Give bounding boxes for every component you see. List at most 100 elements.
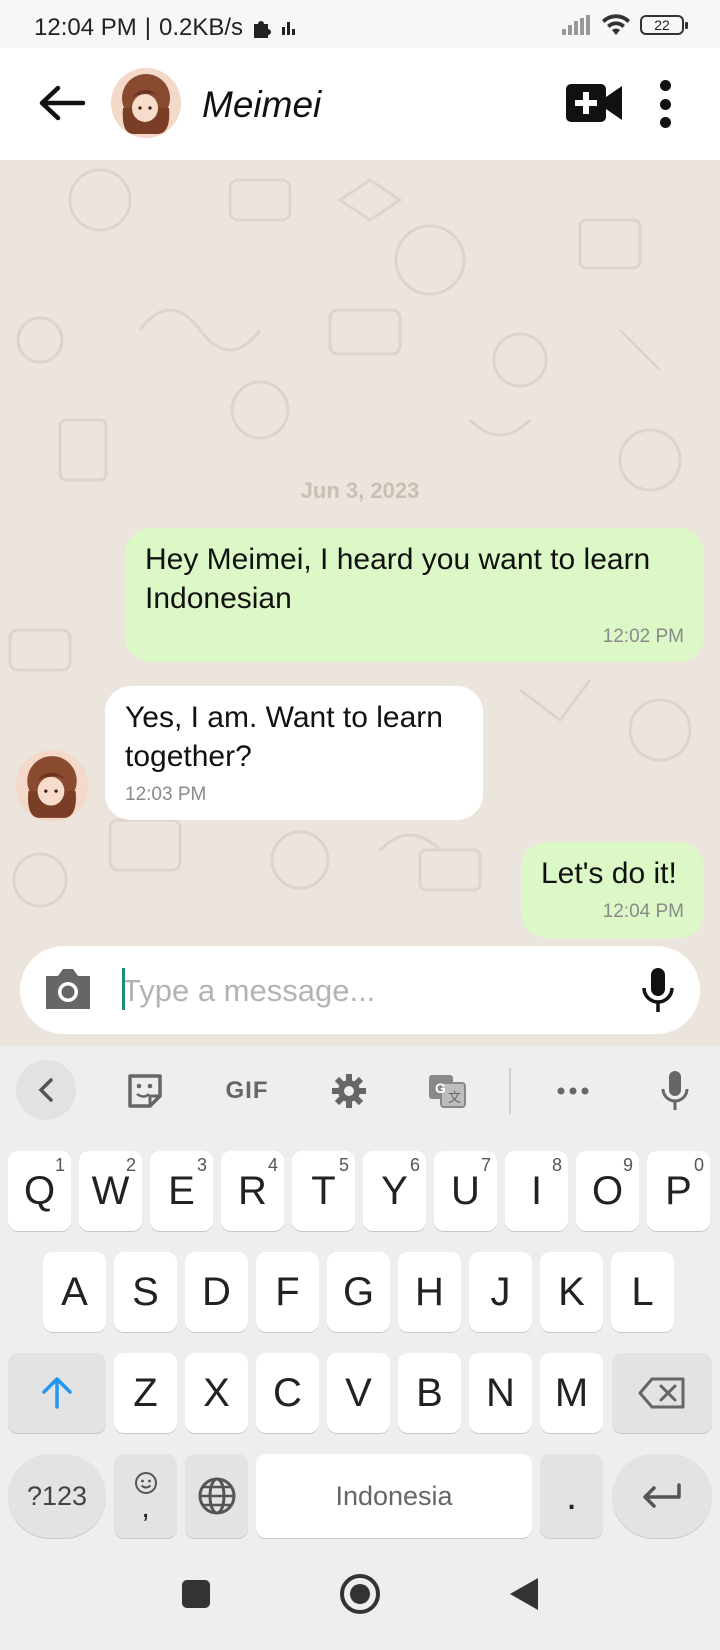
voice-input-icon (661, 1071, 689, 1110)
video-call-icon (566, 84, 622, 122)
status-separator: | (144, 14, 151, 41)
more-horiz-icon (557, 1087, 589, 1095)
toolbar-collapse-button[interactable] (16, 1060, 76, 1120)
message-time: 12:03 PM (125, 784, 207, 805)
keyboard-toolbar: GIF G文 (0, 1046, 720, 1136)
settings-icon (332, 1074, 366, 1108)
battery-icon: 22 (640, 15, 688, 35)
message-time: 12:02 PM (602, 626, 684, 647)
voice-typing-button[interactable] (652, 1068, 698, 1114)
svg-text:G: G (435, 1080, 446, 1096)
wifi-icon (602, 14, 630, 35)
shift-arrow-icon (42, 1377, 72, 1409)
key-z[interactable]: Z (114, 1353, 177, 1433)
date-separator: Jun 3, 2023 (300, 478, 420, 503)
key-m[interactable]: M (540, 1353, 603, 1433)
backspace-icon (638, 1377, 685, 1409)
key-h[interactable]: H (398, 1252, 461, 1332)
sticker-icon (128, 1074, 162, 1108)
chat-area[interactable]: Jun 3, 2023 Hey Meimei, I heard you want… (0, 160, 720, 1046)
status-time: 12:04 PM (34, 14, 137, 41)
back-nav-button[interactable] (500, 1570, 548, 1618)
translate-button[interactable]: G文 (424, 1068, 470, 1114)
key-s[interactable]: S (114, 1252, 177, 1332)
sticker-button[interactable] (122, 1068, 168, 1114)
more-vert-icon (659, 80, 671, 91)
contact-avatar[interactable] (111, 68, 181, 138)
message-text: Yes, I am. Want to learn together? (125, 701, 443, 773)
signal-icon (562, 15, 590, 35)
system-nav-bar (0, 1540, 720, 1650)
key-q[interactable]: Q1 (8, 1151, 71, 1231)
space-bar[interactable]: Indonesia (256, 1454, 532, 1538)
mic-icon (642, 968, 674, 1012)
message-input[interactable] (122, 966, 622, 1016)
language-key[interactable] (185, 1454, 248, 1538)
key-l[interactable]: L (611, 1252, 674, 1332)
key-y[interactable]: Y6 (363, 1151, 426, 1231)
key-e[interactable]: E3 (150, 1151, 213, 1231)
globe-icon (198, 1477, 235, 1515)
shift-key[interactable] (8, 1353, 106, 1433)
recents-button[interactable] (172, 1570, 220, 1618)
key-d[interactable]: D (185, 1252, 248, 1332)
chat-header: Meimei (0, 48, 720, 160)
camera-icon (46, 969, 90, 1009)
status-bar: 12:04 PM | 0.2KB/s 22 (0, 0, 720, 50)
key-v[interactable]: V (327, 1353, 390, 1433)
symbols-key[interactable]: ?123 (8, 1454, 106, 1538)
home-circle-icon (340, 1574, 380, 1614)
home-button[interactable] (336, 1570, 384, 1618)
toolbar-divider (509, 1068, 511, 1114)
more-options-button[interactable] (648, 76, 682, 132)
contact-name[interactable]: Meimei (202, 84, 321, 126)
period-key[interactable]: . (540, 1454, 603, 1538)
video-call-button[interactable] (566, 82, 624, 124)
gif-button[interactable]: GIF (222, 1068, 272, 1114)
key-b[interactable]: B (398, 1353, 461, 1433)
keyboard-settings-button[interactable] (326, 1068, 372, 1114)
emoji-comma-key[interactable]: , (114, 1454, 177, 1538)
message-bubble-outgoing[interactable]: Hey Meimei, I heard you want to learn In… (125, 528, 704, 662)
key-o[interactable]: O9 (576, 1151, 639, 1231)
message-bubble-incoming[interactable]: Yes, I am. Want to learn together? 12:03… (105, 686, 483, 820)
key-g[interactable]: G (327, 1252, 390, 1332)
back-button[interactable] (34, 78, 90, 128)
key-r[interactable]: R4 (221, 1151, 284, 1231)
svg-text:文: 文 (448, 1091, 461, 1106)
status-network-speed: 0.2KB/s (158, 14, 244, 41)
enter-arrow-icon (643, 1483, 681, 1508)
key-a[interactable]: A (43, 1252, 106, 1332)
puzzle-icon (254, 21, 272, 38)
key-n[interactable]: N (469, 1353, 532, 1433)
key-k[interactable]: K (540, 1252, 603, 1332)
key-c[interactable]: C (256, 1353, 319, 1433)
key-t[interactable]: T5 (292, 1151, 355, 1231)
key-p[interactable]: P0 (647, 1151, 710, 1231)
camera-button[interactable] (42, 966, 94, 1012)
back-arrow-icon (39, 85, 86, 121)
message-time: 12:04 PM (602, 901, 684, 922)
recents-square-icon (182, 1580, 210, 1608)
data-bars-icon (282, 22, 296, 35)
key-i[interactable]: I8 (505, 1151, 568, 1231)
key-w[interactable]: W2 (79, 1151, 142, 1231)
key-f[interactable]: F (256, 1252, 319, 1332)
back-triangle-icon (510, 1578, 538, 1610)
enter-key[interactable] (612, 1454, 712, 1538)
message-composer (20, 946, 700, 1034)
voice-message-button[interactable] (638, 966, 678, 1014)
translate-icon: G文 (429, 1075, 466, 1108)
key-x[interactable]: X (185, 1353, 248, 1433)
more-toolbar-button[interactable] (550, 1068, 596, 1114)
key-j[interactable]: J (469, 1252, 532, 1332)
soft-keyboard: GIF G文 Q1 W2 E3 R4 T5 Y6 U7 I8 O9 P0 A S… (0, 1046, 720, 1540)
key-u[interactable]: U7 (434, 1151, 497, 1231)
message-bubble-outgoing[interactable]: Let's do it! 12:04 PM (521, 842, 704, 938)
text-caret (122, 968, 125, 1010)
sender-avatar[interactable] (16, 750, 88, 822)
message-text: Let's do it! (541, 857, 677, 890)
message-text: Hey Meimei, I heard you want to learn In… (145, 543, 651, 615)
chevron-left-icon (38, 1078, 53, 1102)
backspace-key[interactable] (612, 1353, 712, 1433)
